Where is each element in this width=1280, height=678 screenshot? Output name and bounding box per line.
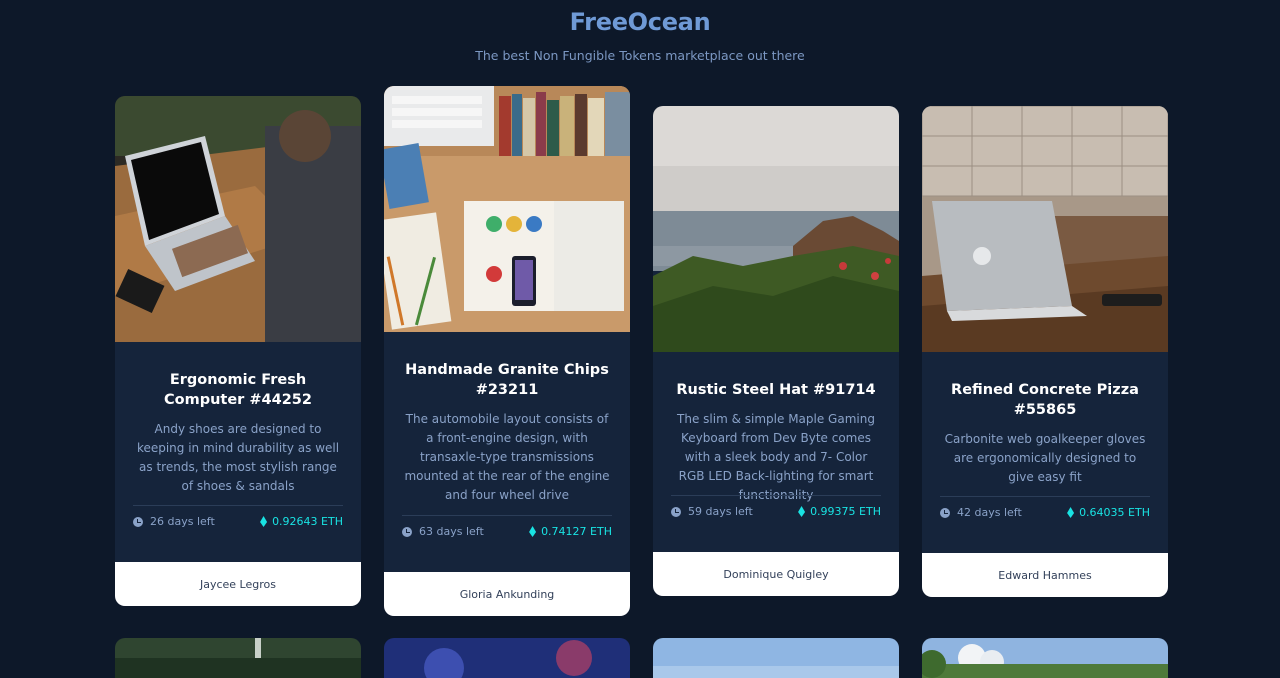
ethereum-icon (260, 516, 268, 527)
ethereum-icon (798, 506, 806, 517)
clock-icon (671, 506, 681, 517)
card-description: Carbonite web goalkeeper gloves are ergo… (944, 432, 1146, 484)
owner-name[interactable]: Gloria Ankunding (384, 572, 630, 616)
card-stats: 63 days left 0.74127 ETH (402, 515, 612, 545)
card-title[interactable]: Refined Concrete Pizza #55865 (940, 380, 1150, 420)
clock-icon (940, 507, 950, 518)
time-left: 59 days left (671, 505, 753, 518)
nft-image[interactable] (384, 86, 630, 332)
card-stats: 26 days left 0.92643 ETH (133, 505, 343, 535)
owner-name[interactable]: Dominique Quigley (653, 552, 899, 596)
card-title[interactable]: Rustic Steel Hat #91714 (671, 380, 881, 400)
price-value: 0.99375 ETH (810, 505, 881, 518)
nft-card[interactable]: Refined Concrete Pizza #55865 Carbonite … (922, 106, 1168, 597)
nft-image[interactable] (115, 96, 361, 342)
owner-name[interactable]: Jaycee Legros (115, 562, 361, 606)
card-stats: 59 days left 0.99375 ETH (671, 495, 881, 525)
site-title: FreeOcean (569, 8, 711, 36)
nft-card[interactable]: Rustic Steel Hat #91714 The slim & simpl… (653, 106, 899, 596)
price: 0.74127 ETH (529, 525, 612, 538)
card-body: Rustic Steel Hat #91714 The slim & simpl… (653, 380, 899, 505)
price-value: 0.92643 ETH (272, 515, 343, 528)
price-value: 0.74127 ETH (541, 525, 612, 538)
nft-image[interactable] (922, 106, 1168, 352)
time-left: 42 days left (940, 506, 1022, 519)
clock-icon (133, 516, 143, 527)
card-title[interactable]: Handmade Granite Chips #23211 (402, 360, 612, 400)
card-description: The slim & simple Maple Gaming Keyboard … (677, 412, 875, 502)
card-body: Ergonomic Fresh Computer #44252 Andy sho… (115, 370, 361, 496)
price: 0.92643 ETH (260, 515, 343, 528)
time-left: 63 days left (402, 525, 484, 538)
card-body: Handmade Granite Chips #23211 The automo… (384, 360, 630, 505)
card-description: Andy shoes are designed to keeping in mi… (136, 422, 340, 493)
ethereum-icon (1067, 507, 1075, 518)
nft-card-partial[interactable] (115, 638, 361, 678)
card-description: The automobile layout consists of a fron… (404, 412, 610, 502)
price: 0.99375 ETH (798, 505, 881, 518)
nft-image[interactable] (653, 106, 899, 352)
owner-name[interactable]: Edward Hammes (922, 553, 1168, 597)
time-left-value: 59 days left (688, 505, 753, 518)
price-value: 0.64035 ETH (1079, 506, 1150, 519)
time-left: 26 days left (133, 515, 215, 528)
nft-card[interactable]: Ergonomic Fresh Computer #44252 Andy sho… (115, 96, 361, 606)
nft-card-partial[interactable] (653, 638, 899, 678)
time-left-value: 42 days left (957, 506, 1022, 519)
clock-icon (402, 526, 412, 537)
nft-card[interactable]: Handmade Granite Chips #23211 The automo… (384, 86, 630, 616)
nft-card-partial[interactable] (922, 638, 1168, 678)
card-body: Refined Concrete Pizza #55865 Carbonite … (922, 380, 1168, 487)
card-title[interactable]: Ergonomic Fresh Computer #44252 (133, 370, 343, 410)
time-left-value: 26 days left (150, 515, 215, 528)
price: 0.64035 ETH (1067, 506, 1150, 519)
ethereum-icon (529, 526, 537, 537)
card-stats: 42 days left 0.64035 ETH (940, 496, 1150, 526)
site-subtitle: The best Non Fungible Tokens marketplace… (475, 48, 805, 63)
time-left-value: 63 days left (419, 525, 484, 538)
nft-card-partial[interactable] (384, 638, 630, 678)
